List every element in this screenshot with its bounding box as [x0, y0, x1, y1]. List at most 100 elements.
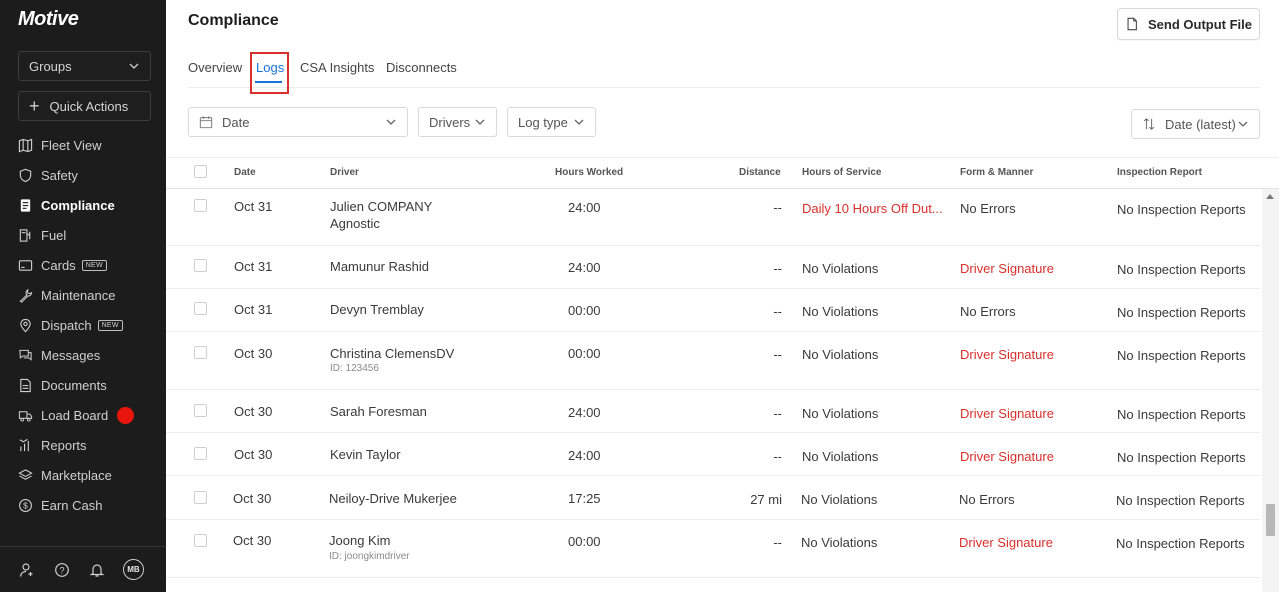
- row-hours-of-service: No Violations: [801, 535, 878, 550]
- column-header-hours-worked[interactable]: Hours Worked: [555, 167, 623, 178]
- sidebar-item-fleet-view[interactable]: Fleet View: [0, 130, 166, 160]
- sidebar-item-earn-cash[interactable]: $ Earn Cash: [0, 490, 166, 520]
- row-driver[interactable]: Julien COMPANY: [330, 199, 432, 214]
- sidebar-item-label: Safety: [41, 167, 78, 183]
- sidebar-item-label: Fuel: [41, 227, 67, 243]
- tab-overview[interactable]: Overview: [188, 60, 242, 75]
- calendar-icon: [199, 116, 213, 129]
- row-driver[interactable]: Mamunur Rashid: [330, 259, 429, 274]
- bell-icon[interactable]: [88, 561, 106, 579]
- sidebar-item-maintenance[interactable]: Maintenance: [0, 280, 166, 310]
- row-date: Oct 30: [234, 346, 273, 361]
- row-date: Oct 31: [234, 199, 273, 214]
- sidebar-item-dispatch[interactable]: Dispatch NEW: [0, 310, 166, 340]
- sort-dropdown[interactable]: Date (latest): [1131, 109, 1260, 139]
- sidebar-nav: Fleet View Safety Compliance Fuel Cards …: [0, 130, 166, 520]
- tab-bar: Overview Logs CSA Insights Disconnects: [188, 52, 1260, 94]
- table-row[interactable]: Oct 30 Kevin Taylor 24:00 -- No Violatio…: [166, 433, 1260, 476]
- row-driver-id: ID: 123456: [330, 363, 379, 374]
- groups-dropdown[interactable]: Groups: [18, 51, 151, 81]
- table-row[interactable]: Oct 30 Neiloy-Drive Mukerjee 17:25 27 mi…: [166, 476, 1260, 520]
- sidebar-item-safety[interactable]: Safety: [0, 160, 166, 190]
- row-checkbox[interactable]: [194, 447, 207, 460]
- row-inspection-report: No Inspection Reports: [1116, 493, 1245, 508]
- sidebar-item-label: Reports: [41, 437, 87, 453]
- column-header-driver[interactable]: Driver: [330, 167, 359, 178]
- table-row[interactable]: Oct 31 Devyn Tremblay 00:00 -- No Violat…: [166, 289, 1260, 332]
- column-header-date[interactable]: Date: [234, 167, 256, 178]
- row-hours-worked: 00:00: [568, 534, 601, 549]
- sidebar-item-label: Messages: [41, 347, 101, 363]
- sidebar-item-cards[interactable]: Cards NEW: [0, 250, 166, 280]
- table-row[interactable]: Oct 31 Mamunur Rashid 24:00 -- No Violat…: [166, 246, 1260, 289]
- row-driver[interactable]: Christina ClemensDV: [330, 346, 454, 361]
- sidebar-item-compliance[interactable]: Compliance: [0, 190, 166, 220]
- log-type-filter[interactable]: Log type: [507, 107, 596, 137]
- row-checkbox[interactable]: [194, 199, 207, 212]
- row-checkbox[interactable]: [194, 534, 207, 547]
- tab-logs[interactable]: Logs: [256, 60, 284, 75]
- row-checkbox[interactable]: [194, 302, 207, 315]
- column-header-form-manner[interactable]: Form & Manner: [960, 167, 1033, 178]
- row-driver[interactable]: Devyn Tremblay: [330, 302, 424, 317]
- sidebar-item-load-board[interactable]: Load Board: [0, 400, 166, 430]
- row-checkbox[interactable]: [194, 259, 207, 272]
- row-checkbox[interactable]: [194, 491, 207, 504]
- send-output-file-button[interactable]: Send Output File: [1117, 8, 1260, 40]
- help-icon[interactable]: ?: [53, 561, 71, 579]
- tab-csa-insights[interactable]: CSA Insights: [300, 60, 374, 75]
- row-checkbox[interactable]: [194, 404, 207, 417]
- row-hours-worked: 24:00: [568, 405, 601, 420]
- row-driver[interactable]: Sarah Foresman: [330, 404, 427, 419]
- wrench-icon: [18, 288, 33, 303]
- row-form-manner[interactable]: Driver Signature: [960, 406, 1054, 421]
- bar-chart-icon: [18, 438, 33, 453]
- row-form-manner: No Errors: [960, 201, 1016, 216]
- select-all-checkbox[interactable]: [194, 165, 207, 178]
- row-driver[interactable]: Kevin Taylor: [330, 447, 401, 462]
- table-row[interactable]: Oct 30 Sarah Foresman 24:00 -- No Violat…: [166, 390, 1260, 433]
- sidebar-item-documents[interactable]: Documents: [0, 370, 166, 400]
- user-settings-icon[interactable]: [18, 561, 36, 579]
- row-form-manner[interactable]: Driver Signature: [959, 535, 1053, 550]
- row-hours-worked: 00:00: [568, 346, 601, 361]
- scroll-up-arrow-icon[interactable]: [1266, 194, 1274, 199]
- sidebar-item-reports[interactable]: Reports: [0, 430, 166, 460]
- motive-logo[interactable]: Motive: [18, 8, 79, 31]
- row-form-manner[interactable]: Driver Signature: [960, 347, 1054, 362]
- row-date: Oct 31: [234, 259, 273, 274]
- table-row[interactable]: Oct 30 Christina ClemensDV ID: 123456 00…: [166, 332, 1260, 390]
- row-distance: --: [773, 261, 782, 276]
- sidebar-item-messages[interactable]: Messages: [0, 340, 166, 370]
- date-filter-label: Date: [222, 114, 250, 130]
- file-icon: [1127, 17, 1137, 31]
- row-driver[interactable]: Neiloy-Drive Mukerjee: [329, 491, 457, 506]
- date-filter[interactable]: Date: [188, 107, 408, 137]
- row-form-manner[interactable]: Driver Signature: [960, 449, 1054, 464]
- table-row[interactable]: Oct 30 Joong Kim ID: joongkimdriver 00:0…: [166, 520, 1260, 578]
- sidebar-item-fuel[interactable]: Fuel: [0, 220, 166, 250]
- tab-disconnects[interactable]: Disconnects: [386, 60, 457, 75]
- chevron-down-icon: [1238, 121, 1248, 127]
- quick-actions-button[interactable]: + Quick Actions: [18, 91, 151, 121]
- row-driver[interactable]: Joong Kim: [329, 533, 390, 548]
- sidebar-item-label: Documents: [41, 377, 107, 393]
- row-distance: --: [773, 449, 782, 464]
- column-header-distance[interactable]: Distance: [739, 167, 781, 178]
- shield-icon: [18, 168, 33, 183]
- row-driver-line2[interactable]: Agnostic: [330, 216, 380, 231]
- truck-icon: [18, 408, 33, 423]
- column-header-inspection-report[interactable]: Inspection Report: [1117, 167, 1202, 178]
- row-hours-worked: 00:00: [568, 303, 601, 318]
- scrollbar-thumb[interactable]: [1266, 504, 1275, 536]
- row-checkbox[interactable]: [194, 346, 207, 359]
- sidebar-item-label: Load Board: [41, 407, 109, 423]
- drivers-filter[interactable]: Drivers: [418, 107, 497, 137]
- row-hours-of-service[interactable]: Daily 10 Hours Off Dut...: [802, 201, 943, 216]
- avatar[interactable]: MB: [123, 559, 144, 580]
- table-row[interactable]: Oct 31 Julien COMPANY Agnostic 24:00 -- …: [166, 189, 1260, 246]
- row-hours-of-service: No Violations: [801, 492, 878, 507]
- sidebar-item-marketplace[interactable]: Marketplace: [0, 460, 166, 490]
- row-form-manner[interactable]: Driver Signature: [960, 261, 1054, 276]
- column-header-hours-of-service[interactable]: Hours of Service: [802, 167, 881, 178]
